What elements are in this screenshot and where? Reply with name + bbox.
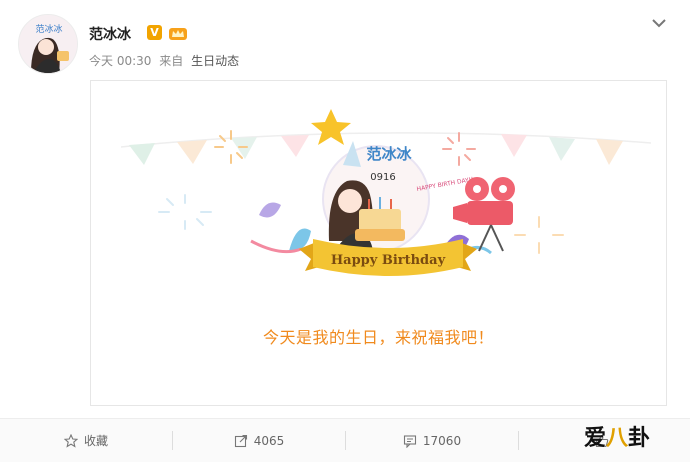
watermark-part: 卦 (628, 426, 651, 451)
verified-badge-icon[interactable]: V (147, 25, 162, 40)
post-source[interactable]: 生日动态 (191, 54, 239, 68)
avatar[interactable]: 范冰冰 (18, 14, 78, 74)
star-icon (63, 433, 78, 448)
bunting-flag (129, 143, 155, 165)
share-count: 4065 (253, 433, 285, 448)
bunting-flag (501, 134, 527, 157)
confetti-burst-icon (514, 216, 564, 254)
birthday-message: 今天是我的生日，来祝福我吧！ (262, 328, 494, 347)
badge-date: 0916 (370, 172, 395, 183)
crown-badge-icon[interactable] (168, 24, 188, 41)
watermark-part: 八 (606, 426, 629, 451)
weibo-post: 范冰冰 范冰冰 V 今天 00:30 来自 生日动态 范冰冰 0916 HAPP… (0, 0, 690, 462)
share-icon (234, 434, 247, 447)
watermark-logo: 爱八卦 (584, 420, 650, 452)
bunting-flag (177, 140, 207, 164)
source-prefix: 来自 (159, 54, 184, 68)
favorite-label: 收藏 (83, 434, 108, 448)
post-time[interactable]: 今天 00:30 (89, 54, 151, 68)
bunting-flag (281, 135, 309, 157)
badge-title: 范冰冰 (366, 145, 412, 163)
post-meta: 今天 00:30 来自 生日动态 (89, 52, 243, 69)
confetti-burst-icon (442, 132, 476, 166)
party-horn-icon (259, 202, 281, 218)
watermark-part: 爱 (584, 426, 607, 451)
avatar-text: 范冰冰 (35, 23, 62, 35)
confetti-burst-icon (158, 194, 212, 230)
favorite-button[interactable]: 收藏 (0, 419, 172, 462)
confetti-burst-icon (214, 130, 248, 164)
avatar-illustration: 范冰冰 (19, 15, 77, 73)
star-icon (311, 109, 351, 145)
comment-count: 17060 (422, 433, 462, 448)
username[interactable]: 范冰冰 (89, 24, 131, 44)
bunting-flag (549, 137, 575, 161)
banner-text: Happy Birthday (331, 253, 446, 268)
bunting-flag (596, 139, 623, 165)
birthday-card[interactable]: 范冰冰 0916 HAPPY BIRTH DAY!! Happy Birthda… (90, 80, 667, 406)
girl-face (338, 189, 362, 213)
comment-button[interactable]: 17060 (346, 419, 518, 462)
share-button[interactable]: 4065 (173, 419, 345, 462)
birthday-illustration: 范冰冰 0916 HAPPY BIRTH DAY!! Happy Birthda… (120, 109, 652, 276)
comment-icon (403, 434, 416, 448)
chevron-down-icon[interactable] (648, 14, 670, 32)
